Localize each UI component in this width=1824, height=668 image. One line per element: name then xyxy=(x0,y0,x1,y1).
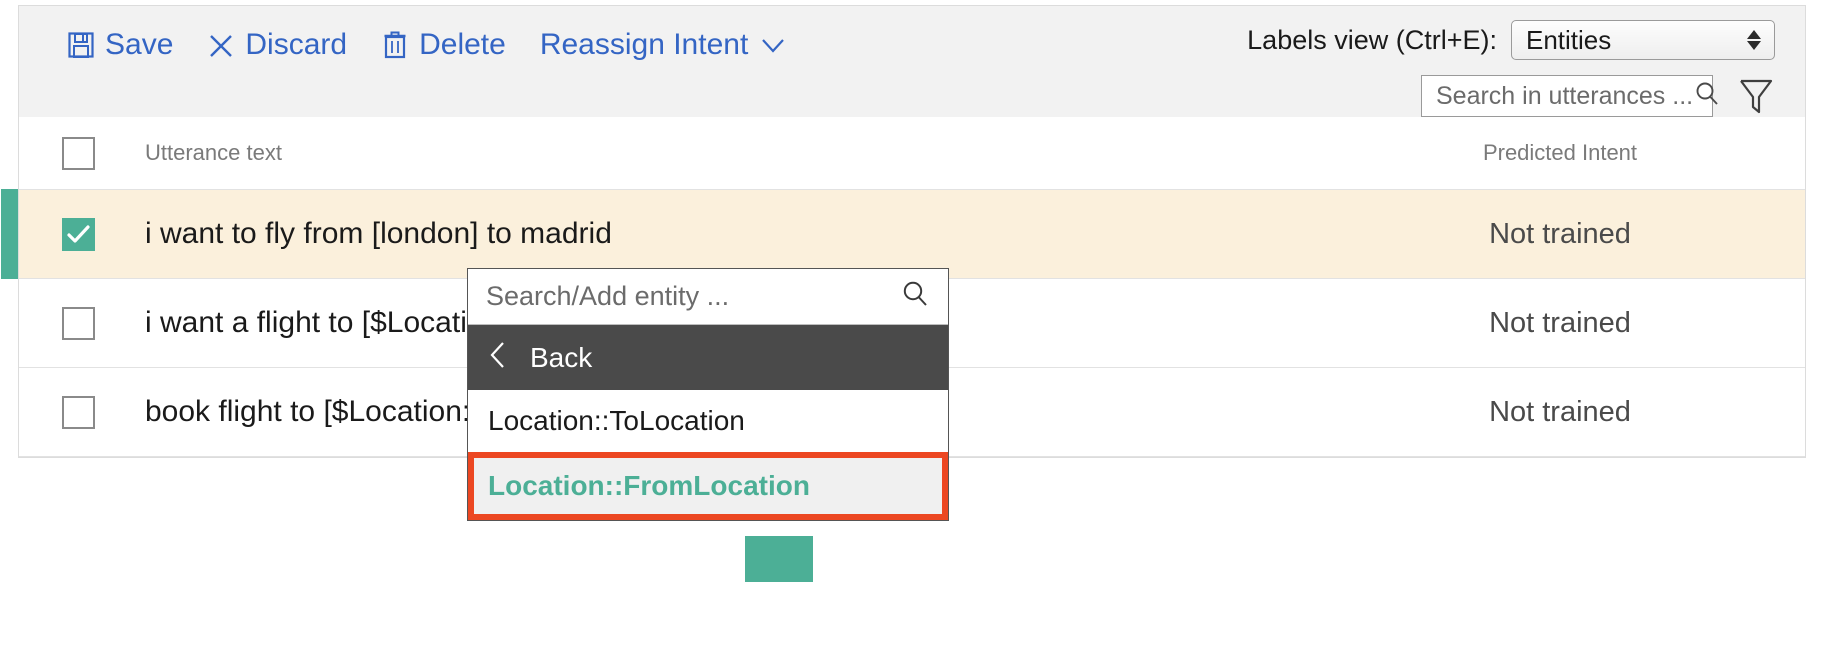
search-utterances-input[interactable]: Search in utterances ... xyxy=(1421,75,1718,117)
column-header-predicted-intent: Predicted Intent xyxy=(1482,140,1638,165)
spinner-arrows-icon[interactable] xyxy=(1747,30,1761,50)
reassign-intent-menu[interactable]: Reassign Intent xyxy=(540,28,786,62)
reassign-intent-label: Reassign Intent xyxy=(539,28,749,61)
entity-picker-dropdown: Search/Add entity ... Back Location::ToL… xyxy=(467,268,949,521)
save-button[interactable]: Save xyxy=(67,30,173,60)
row-select-cell xyxy=(19,306,137,340)
delete-button[interactable]: Delete xyxy=(381,30,506,60)
column-header-utterance-text: Utterance text xyxy=(145,140,282,165)
row-select-cell xyxy=(19,395,137,429)
close-x-icon xyxy=(207,30,235,60)
entity-option-from-location[interactable]: Location::FromLocation xyxy=(468,452,948,520)
row-select-cell xyxy=(19,217,137,251)
filter-icon[interactable] xyxy=(1737,76,1775,116)
search-icon[interactable] xyxy=(1693,80,1721,113)
command-button-group: Save Discard Delete Reassign Intent xyxy=(67,22,786,68)
command-toolbar: Save Discard Delete Reassign Intent Labe… xyxy=(18,5,1806,117)
trash-icon xyxy=(381,30,409,60)
search-utterances-placeholder: Search in utterances ... xyxy=(1436,81,1694,110)
entity-search-placeholder: Search/Add entity ... xyxy=(486,281,730,311)
select-all-checkbox[interactable] xyxy=(61,136,95,170)
utterance-text[interactable]: i want to fly from [london] to madrid xyxy=(137,217,1375,251)
utterance-labeling-screen: Save Discard Delete Reassign Intent Labe… xyxy=(0,0,1824,668)
entity-option-to-location[interactable]: Location::ToLocation xyxy=(468,390,948,452)
labels-view-select[interactable]: Entities xyxy=(1511,20,1775,60)
save-button-label: Save xyxy=(105,28,174,61)
save-icon xyxy=(67,30,95,60)
predicted-intent-value: Not trained xyxy=(1489,217,1631,250)
discard-button[interactable]: Discard xyxy=(207,30,347,60)
row-checkbox[interactable] xyxy=(61,395,95,429)
entity-search-input[interactable]: Search/Add entity ... xyxy=(468,269,948,325)
dropdown-back-label: Back xyxy=(530,341,593,373)
select-all-cell xyxy=(19,136,137,170)
table-header-row: Utterance text Predicted Intent xyxy=(19,117,1805,190)
labels-view-control: Labels view (Ctrl+E): Entities xyxy=(1247,20,1775,60)
labels-view-selected-value: Entities xyxy=(1526,24,1612,55)
predicted-intent-value: Not trained xyxy=(1489,395,1631,428)
chevron-down-icon xyxy=(760,28,786,62)
predicted-intent-value: Not trained xyxy=(1489,306,1631,339)
entity-label-tag xyxy=(745,536,813,582)
labels-view-label: Labels view (Ctrl+E): xyxy=(1247,24,1497,55)
table-row[interactable]: i want to fly from [london] to madrid No… xyxy=(1,189,1805,279)
dropdown-back-button[interactable]: Back xyxy=(468,325,948,390)
search-icon[interactable] xyxy=(900,279,930,314)
chevron-left-icon xyxy=(488,340,508,375)
search-and-filter-row: Search in utterances ... xyxy=(1421,75,1775,117)
row-checkbox[interactable] xyxy=(61,306,95,340)
row-checkbox-checked[interactable] xyxy=(61,217,95,251)
delete-button-label: Delete xyxy=(419,28,506,61)
discard-button-label: Discard xyxy=(245,28,348,61)
